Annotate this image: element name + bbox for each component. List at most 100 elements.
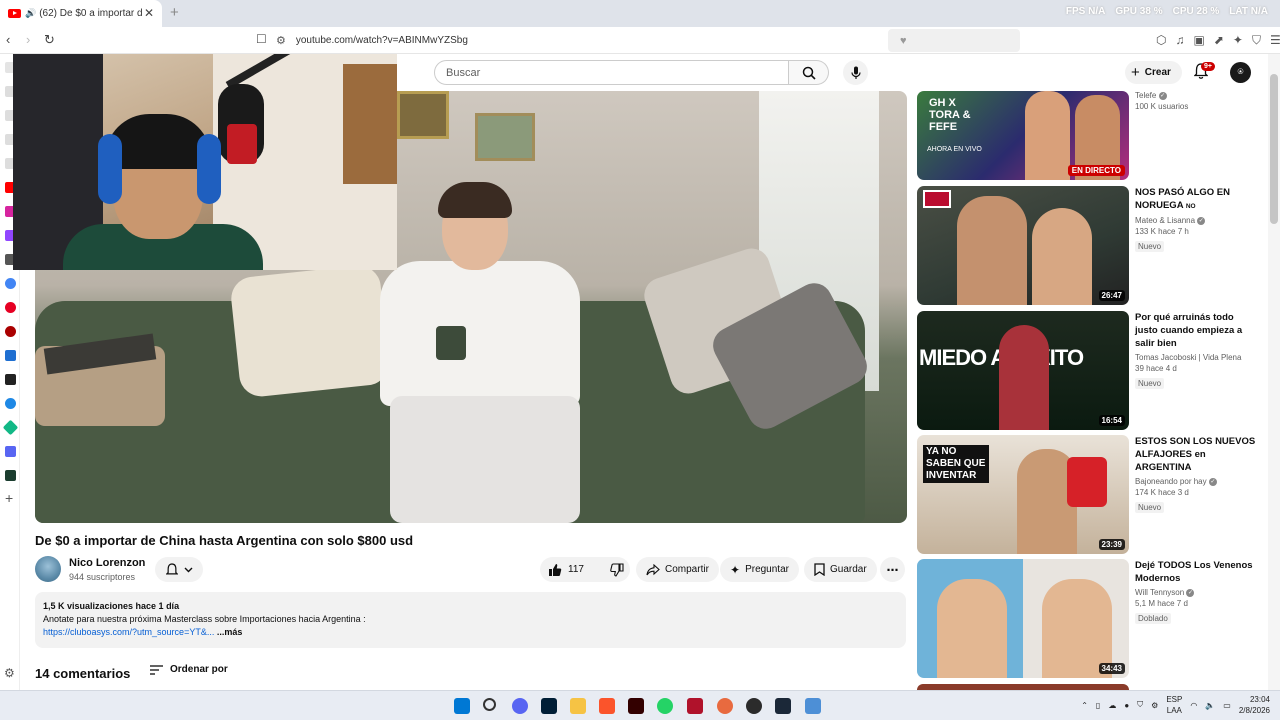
bookmark-icon[interactable]: ☐	[256, 32, 267, 46]
ai-icon[interactable]: ✦	[1233, 33, 1243, 48]
channel-avatar[interactable]	[35, 556, 61, 582]
sidebar-docs-icon[interactable]	[5, 350, 16, 361]
shield-tray-icon[interactable]: ⛉	[1137, 700, 1143, 710]
shield-icon[interactable]: ⛉	[1252, 33, 1261, 48]
ask-button[interactable]: ✦ Preguntar	[720, 557, 799, 582]
extension-popup[interactable]: ♥	[888, 29, 1020, 52]
fps-stat: FPS N/A	[1065, 6, 1106, 17]
recommendation-thumbnail[interactable]: 34:43	[917, 559, 1129, 678]
show-more-link[interactable]: ...más	[214, 627, 243, 637]
recommendation-title[interactable]: NOS PASÓ ALGO EN NORUEGA	[1135, 187, 1230, 211]
app-icon[interactable]	[687, 698, 703, 714]
wallet-icon[interactable]: ▣	[1193, 33, 1204, 48]
recommendation-item[interactable]: 26:47 NOS PASÓ ALGO EN NORUEGA NO Mateo …	[917, 186, 1262, 306]
channel-name[interactable]: Nico Lorenzon	[69, 557, 145, 569]
obs-icon[interactable]	[746, 698, 762, 714]
search-button[interactable]	[789, 60, 829, 85]
like-button[interactable]: 117	[540, 557, 592, 582]
whatsapp-icon[interactable]	[657, 698, 673, 714]
chevron-down-icon	[184, 567, 192, 572]
sidebar-star-icon[interactable]	[5, 398, 16, 409]
sidebar-google-icon[interactable]	[5, 278, 16, 289]
close-tab-icon[interactable]: ✕	[144, 6, 154, 20]
recommendation-item[interactable]: MIEDO AL ÉXITO 16:54 Por qué arruinás to…	[917, 311, 1262, 431]
url-text: youtube.com/watch?v=ABINMwYZSbg	[295, 35, 468, 46]
recommendation-item[interactable]: 34:43 Dejé TODOS Los Venenos Modernos Wi…	[917, 559, 1262, 679]
recommendation-title[interactable]: Dejé TODOS Los Venenos Modernos	[1135, 559, 1259, 585]
search-taskbar-icon[interactable]	[483, 698, 496, 711]
more-actions-button[interactable]: ⋯	[880, 557, 905, 582]
brave-browser-icon[interactable]	[599, 698, 615, 714]
search-icon	[802, 66, 816, 80]
page-scrollbar[interactable]	[1268, 54, 1280, 690]
microphone-icon	[850, 66, 861, 79]
save-button[interactable]: Guardar	[804, 557, 877, 582]
sidebar-circle-icon[interactable]	[5, 326, 16, 337]
language-indicator[interactable]: ESP LAA	[1166, 694, 1182, 716]
app-tray-icon[interactable]: ●	[1124, 701, 1129, 710]
clock[interactable]: 23:04 2/8/2026	[1239, 694, 1270, 716]
menu-icon[interactable]: ☰	[1270, 33, 1280, 48]
recommendation-thumbnail[interactable]: 26:47	[917, 186, 1129, 305]
search-input[interactable]: Buscar	[434, 60, 789, 85]
voice-search-button[interactable]	[843, 60, 868, 85]
recommendation-thumbnail[interactable]: YA NO SABEN QUE INVENTAR 23:39	[917, 435, 1129, 554]
chevron-up-icon[interactable]: ⌃	[1081, 701, 1088, 710]
start-icon[interactable]	[454, 698, 470, 714]
comments-count: 14 comentarios	[35, 666, 131, 681]
new-badge: Nuevo	[1135, 378, 1165, 389]
video-description[interactable]: 1,5 K visualizaciones hace 1 día Anotate…	[35, 592, 906, 648]
steam-icon[interactable]	[775, 698, 791, 714]
share-icon[interactable]: ⬈	[1214, 33, 1224, 48]
sidebar-add-icon[interactable]: +	[5, 490, 13, 506]
sparkle-icon: ✦	[730, 562, 741, 577]
description-text: Anotate para nuestra próxima Masterclass…	[43, 614, 366, 624]
recommendation-thumbnail[interactable]: MIEDO AL ÉXITO 16:54	[917, 311, 1129, 430]
subscription-bell-button[interactable]	[155, 557, 203, 582]
address-bar[interactable]: ⚙ youtube.com/watch?v=ABINMwYZSbg	[276, 30, 896, 51]
recommendation-title[interactable]: ESTOS SON LOS NUEVOS ALFAJORES en ARGENT…	[1135, 435, 1259, 474]
recommendation-channel: Telefe	[1135, 91, 1157, 100]
description-link[interactable]: https://cluboasys.com/?utm_source=YT&...	[43, 627, 214, 637]
windows-taskbar: ⌃ ▯ ☁ ● ⛉ ⚙ ESP LAA ◠ 🔈 ▭ 23:04 2/8/2026	[0, 690, 1280, 720]
vpn-icon[interactable]	[805, 698, 821, 714]
back-icon[interactable]: ‹	[6, 32, 10, 47]
file-explorer-icon[interactable]	[570, 698, 586, 714]
sidebar-discord-icon[interactable]	[5, 446, 16, 457]
sidebar-activity-icon[interactable]	[5, 470, 16, 481]
site-info-icon[interactable]: ⚙	[276, 34, 286, 47]
new-tab-icon[interactable]: +	[170, 4, 179, 21]
sidebar-settings-icon[interactable]: ⚙	[4, 666, 15, 680]
speaker-icon[interactable]: 🔊	[25, 8, 36, 19]
settings-tray-icon[interactable]: ⚙	[1151, 701, 1158, 710]
video-duration: 16:54	[1098, 415, 1125, 426]
illustrator-icon[interactable]	[628, 698, 644, 714]
dislike-button[interactable]	[602, 557, 632, 582]
app-asterisk-icon[interactable]	[717, 698, 733, 714]
sidebar-terminal-icon[interactable]	[5, 374, 16, 385]
usb-icon[interactable]: ▯	[1096, 701, 1100, 710]
wifi-icon[interactable]: ◠	[1190, 701, 1197, 710]
recommendation-thumbnail[interactable]: GH X TORA & FEFE AHORA EN VIVO EN DIRECT…	[917, 91, 1129, 180]
forward-icon[interactable]: ›	[26, 32, 30, 47]
sidebar-pinterest-icon[interactable]	[5, 302, 16, 313]
heart-icon[interactable]: ♥	[900, 35, 907, 47]
recommendation-item[interactable]: YA NO SABEN QUE INVENTAR 23:39 ESTOS SON…	[917, 435, 1262, 555]
recommendation-title[interactable]: Por qué arruinás todo justo cuando empie…	[1135, 311, 1259, 350]
volume-icon[interactable]: 🔈	[1205, 701, 1215, 710]
recommendation-channel: Mateo & Lisanna	[1135, 216, 1196, 225]
extension-icons: ⬡ ♫ ▣ ⬈ ✦ ⛉ ☰	[1156, 33, 1280, 48]
share-button[interactable]: Compartir	[636, 557, 719, 582]
music-icon[interactable]: ♫	[1175, 33, 1184, 48]
recommendation-item[interactable]: GH X TORA & FEFE AHORA EN VIVO EN DIRECT…	[917, 61, 1262, 181]
sort-comments-button[interactable]: Ordenar por	[150, 664, 228, 675]
reload-icon[interactable]: ↻	[44, 32, 55, 48]
browser-tab[interactable]: 🔊 (62) De $0 a importar de Chi ✕	[0, 0, 162, 27]
scrollbar-thumb[interactable]	[1270, 74, 1278, 224]
cloud-icon[interactable]: ☁	[1108, 701, 1116, 710]
photoshop-icon[interactable]	[541, 698, 557, 714]
discord-icon[interactable]	[512, 698, 528, 714]
battery-icon[interactable]: ▭	[1223, 701, 1231, 710]
extension-icon[interactable]: ⬡	[1156, 33, 1166, 48]
sidebar-diamond-icon[interactable]	[2, 419, 19, 436]
